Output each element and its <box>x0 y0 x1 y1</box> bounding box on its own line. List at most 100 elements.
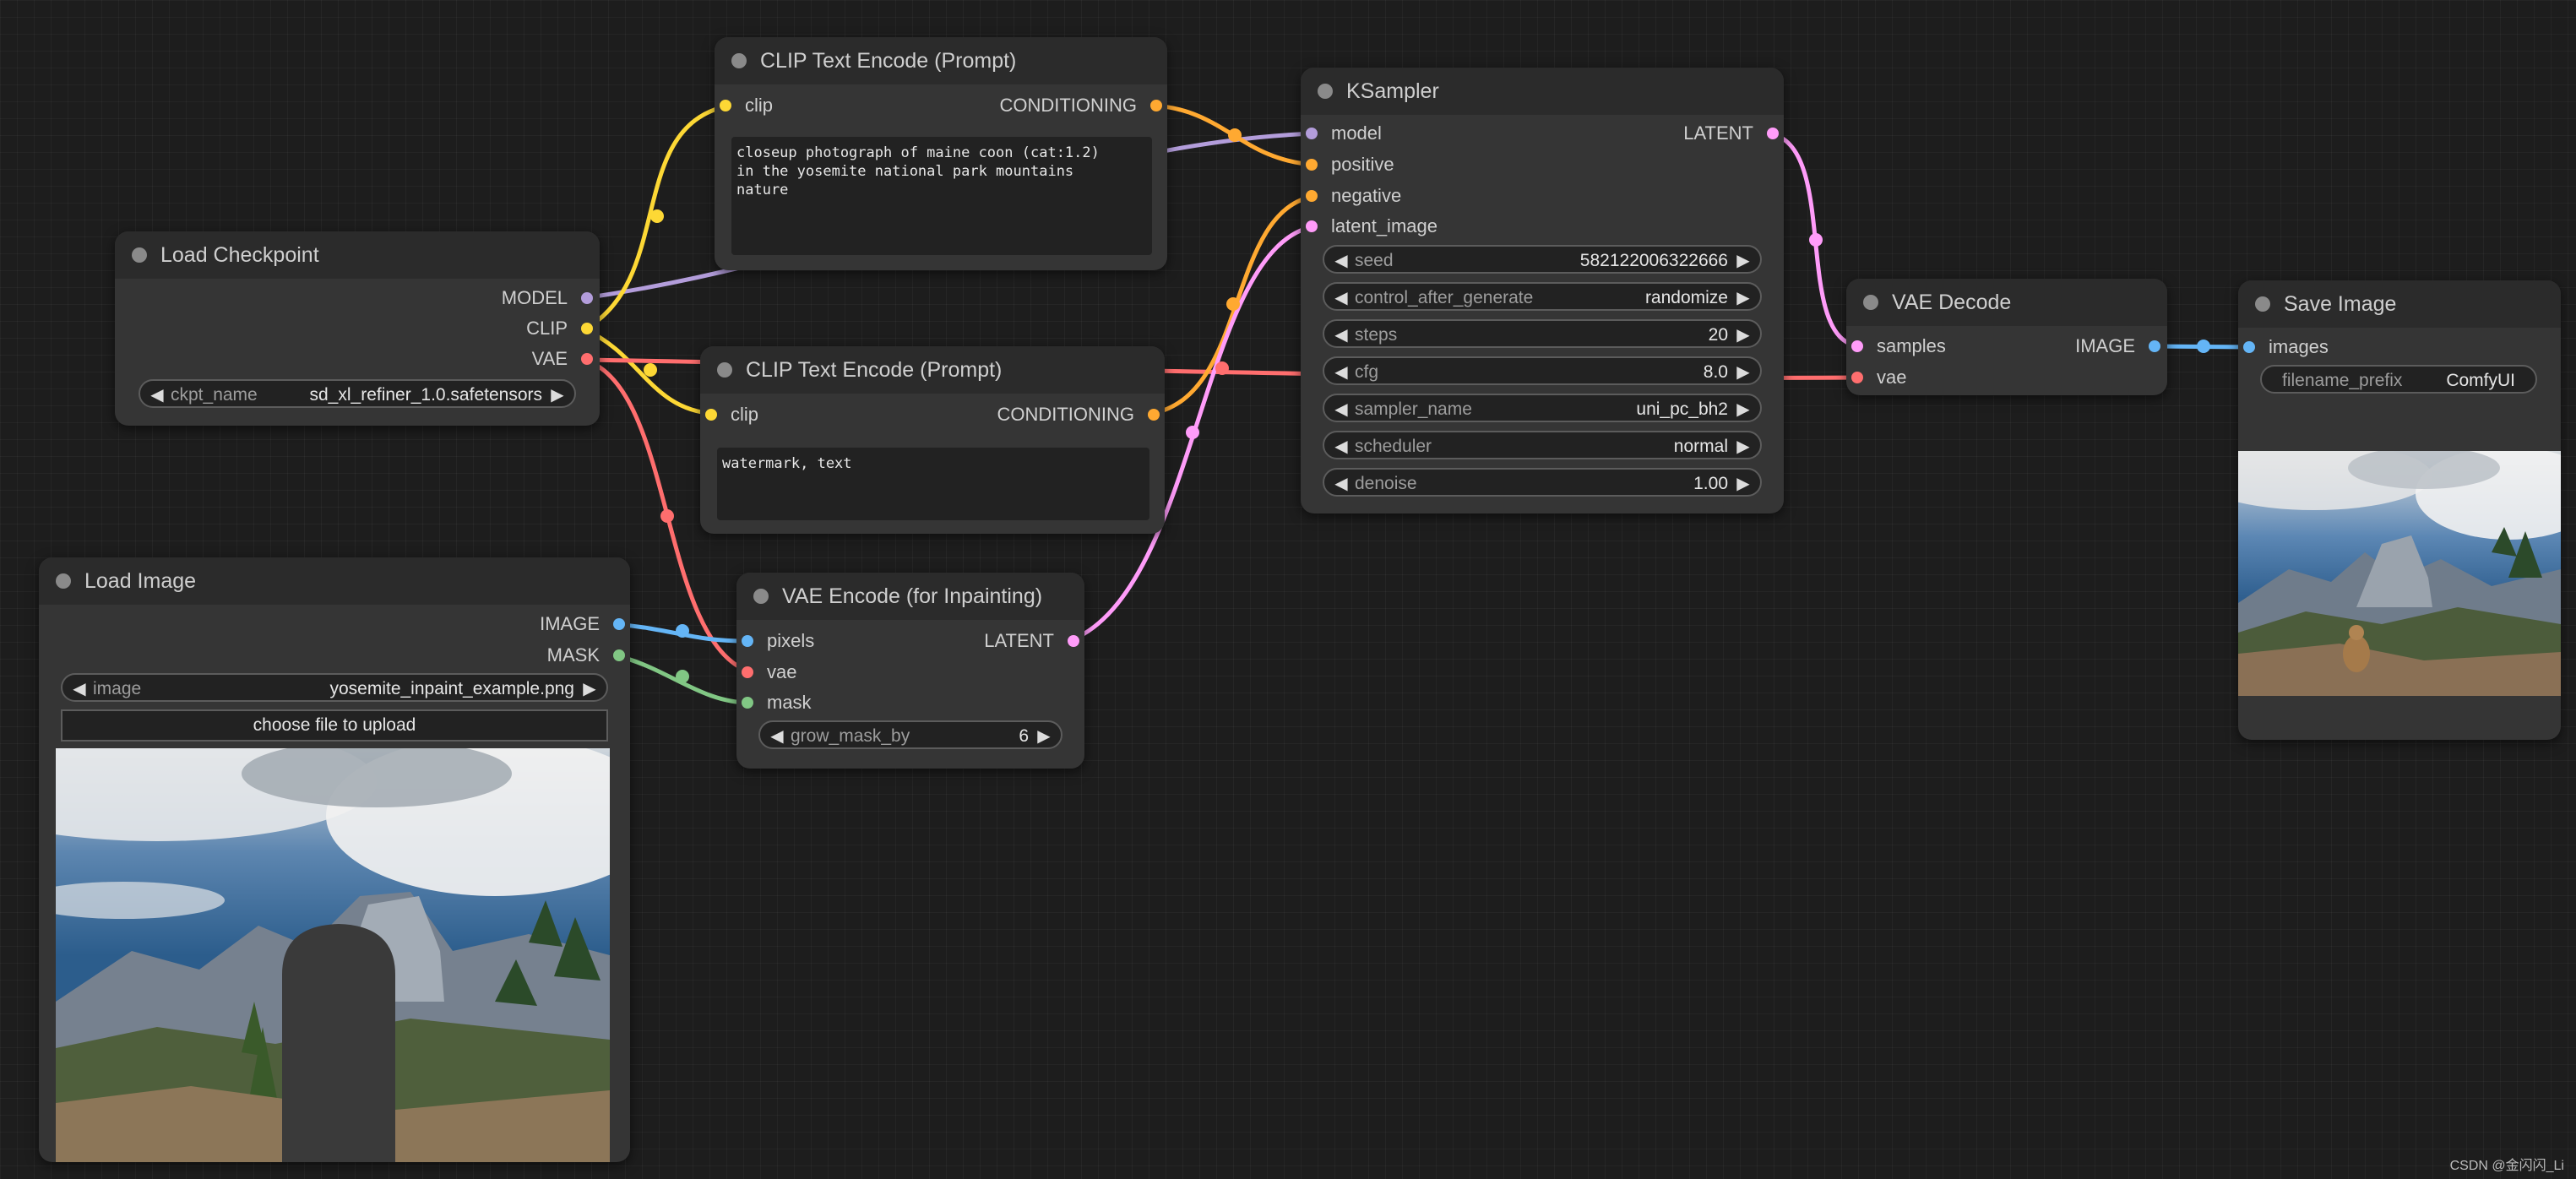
port-dot-icon[interactable] <box>1767 128 1779 139</box>
scheduler-combo[interactable]: ◀ scheduler normal ▶ <box>1323 431 1762 459</box>
node-title-bar[interactable]: Save Image <box>2238 280 2561 328</box>
node-load-checkpoint[interactable]: Load Checkpoint MODEL CLIP VAE ◀ ckpt_na… <box>115 231 600 426</box>
node-vae-encode-inpaint[interactable]: VAE Encode (for Inpainting) pixels vae m… <box>736 573 1084 769</box>
port-dot-icon[interactable] <box>742 697 753 709</box>
output-latent[interactable]: LATENT <box>984 630 1079 652</box>
node-title-bar[interactable]: KSampler <box>1301 68 1784 115</box>
port-dot-icon[interactable] <box>1306 190 1318 202</box>
prompt-textarea[interactable]: closeup photograph of maine coon (cat:1.… <box>731 137 1152 255</box>
cfg-number-widget[interactable]: ◀ cfg 8.0 ▶ <box>1323 356 1762 385</box>
port-dot-icon[interactable] <box>1068 635 1079 647</box>
input-positive[interactable]: positive <box>1306 154 1394 176</box>
choose-file-button[interactable]: choose file to upload <box>61 709 608 742</box>
port-dot-icon[interactable] <box>1306 220 1318 232</box>
link-clip-positive[interactable] <box>582 103 731 332</box>
input-model[interactable]: model <box>1306 122 1382 144</box>
arrow-left-icon[interactable]: ◀ <box>71 678 88 699</box>
steps-number-widget[interactable]: ◀ steps 20 ▶ <box>1323 319 1762 348</box>
arrow-left-icon[interactable]: ◀ <box>1333 324 1350 345</box>
input-clip[interactable]: clip <box>705 404 758 426</box>
arrow-left-icon[interactable]: ◀ <box>1333 250 1350 271</box>
output-conditioning[interactable]: CONDITIONING <box>997 404 1160 426</box>
arrow-right-icon[interactable]: ▶ <box>1735 399 1752 420</box>
input-pixels[interactable]: pixels <box>742 630 814 652</box>
link-clip-negative[interactable] <box>582 327 717 416</box>
arrow-left-icon[interactable]: ◀ <box>149 384 166 405</box>
input-mask[interactable]: mask <box>742 692 812 714</box>
arrow-right-icon[interactable]: ▶ <box>1735 287 1752 308</box>
node-title-bar[interactable]: Load Checkpoint <box>115 231 600 279</box>
link-conditioning-positive[interactable] <box>1151 103 1318 167</box>
port-dot-icon[interactable] <box>742 666 753 678</box>
sampler-name-combo[interactable]: ◀ sampler_name uni_pc_bh2 ▶ <box>1323 394 1762 422</box>
port-dot-icon[interactable] <box>613 649 625 661</box>
arrow-right-icon[interactable]: ▶ <box>1735 250 1752 271</box>
node-title-bar[interactable]: VAE Decode <box>1846 279 2167 326</box>
ckpt-name-combo[interactable]: ◀ ckpt_name sd_xl_refiner_1.0.safetensor… <box>139 379 576 408</box>
collapse-dot-icon[interactable] <box>753 589 769 604</box>
port-dot-icon[interactable] <box>581 292 593 304</box>
output-clip[interactable]: CLIP <box>526 318 593 340</box>
arrow-left-icon[interactable]: ◀ <box>1333 436 1350 457</box>
node-clip-text-encode-negative[interactable]: CLIP Text Encode (Prompt) clip CONDITION… <box>700 346 1165 534</box>
node-clip-text-encode-positive[interactable]: CLIP Text Encode (Prompt) clip CONDITION… <box>715 37 1167 270</box>
arrow-left-icon[interactable]: ◀ <box>1333 287 1350 308</box>
arrow-right-icon[interactable]: ▶ <box>1735 361 1752 383</box>
seed-number-widget[interactable]: ◀ seed 582122006322666 ▶ <box>1323 245 1762 274</box>
port-dot-icon[interactable] <box>2243 341 2255 353</box>
input-images[interactable]: images <box>2243 336 2329 358</box>
link-image-pixels[interactable] <box>612 622 753 644</box>
output-conditioning[interactable]: CONDITIONING <box>999 95 1162 117</box>
node-save-image[interactable]: Save Image images filename_prefix ComfyU… <box>2238 280 2561 740</box>
node-title-bar[interactable]: CLIP Text Encode (Prompt) <box>715 37 1167 84</box>
port-dot-icon[interactable] <box>1148 409 1160 421</box>
port-dot-icon[interactable] <box>1306 128 1318 139</box>
arrow-right-icon[interactable]: ▶ <box>1735 436 1752 457</box>
image-file-combo[interactable]: ◀ image yosemite_inpaint_example.png ▶ <box>61 673 608 702</box>
arrow-left-icon[interactable]: ◀ <box>1333 399 1350 420</box>
port-dot-icon[interactable] <box>720 100 731 111</box>
node-vae-decode[interactable]: VAE Decode samples vae IMAGE <box>1846 279 2167 395</box>
input-vae[interactable]: vae <box>742 661 796 683</box>
link-mask[interactable] <box>612 653 753 705</box>
collapse-dot-icon[interactable] <box>56 573 71 589</box>
port-dot-icon[interactable] <box>581 323 593 334</box>
port-dot-icon[interactable] <box>1851 340 1863 352</box>
arrow-right-icon[interactable]: ▶ <box>549 384 566 405</box>
output-mask[interactable]: MASK <box>547 644 625 666</box>
node-ksampler[interactable]: KSampler model positive negative latent_… <box>1301 68 1784 513</box>
collapse-dot-icon[interactable] <box>731 53 747 68</box>
port-dot-icon[interactable] <box>1150 100 1162 111</box>
collapse-dot-icon[interactable] <box>1318 84 1333 99</box>
link-conditioning-negative[interactable] <box>1148 193 1318 416</box>
prompt-textarea[interactable]: watermark, text <box>717 448 1149 520</box>
output-vae[interactable]: VAE <box>532 348 593 370</box>
port-dot-icon[interactable] <box>613 618 625 630</box>
output-image-preview[interactable] <box>2238 451 2561 696</box>
collapse-dot-icon[interactable] <box>1863 295 1878 310</box>
port-dot-icon[interactable] <box>1851 372 1863 383</box>
denoise-number-widget[interactable]: ◀ denoise 1.00 ▶ <box>1323 468 1762 497</box>
input-negative[interactable]: negative <box>1306 185 1401 207</box>
port-dot-icon[interactable] <box>742 635 753 647</box>
port-dot-icon[interactable] <box>705 409 717 421</box>
collapse-dot-icon[interactable] <box>717 362 732 378</box>
port-dot-icon[interactable] <box>581 353 593 365</box>
output-image[interactable]: IMAGE <box>540 613 625 635</box>
output-image[interactable]: IMAGE <box>2075 335 2160 357</box>
node-title-bar[interactable]: VAE Encode (for Inpainting) <box>736 573 1084 620</box>
arrow-right-icon[interactable]: ▶ <box>1735 324 1752 345</box>
output-latent[interactable]: LATENT <box>1683 122 1779 144</box>
node-title-bar[interactable]: Load Image <box>39 557 630 605</box>
arrow-left-icon[interactable]: ◀ <box>769 725 785 747</box>
arrow-right-icon[interactable]: ▶ <box>1035 725 1052 747</box>
input-samples[interactable]: samples <box>1851 335 1946 357</box>
arrow-right-icon[interactable]: ▶ <box>1735 473 1752 494</box>
collapse-dot-icon[interactable] <box>2255 296 2270 312</box>
port-dot-icon[interactable] <box>1306 159 1318 171</box>
input-latent-image[interactable]: latent_image <box>1306 215 1437 237</box>
arrow-left-icon[interactable]: ◀ <box>1333 361 1350 383</box>
arrow-right-icon[interactable]: ▶ <box>581 678 598 699</box>
input-clip[interactable]: clip <box>720 95 773 117</box>
input-vae[interactable]: vae <box>1851 367 1906 388</box>
